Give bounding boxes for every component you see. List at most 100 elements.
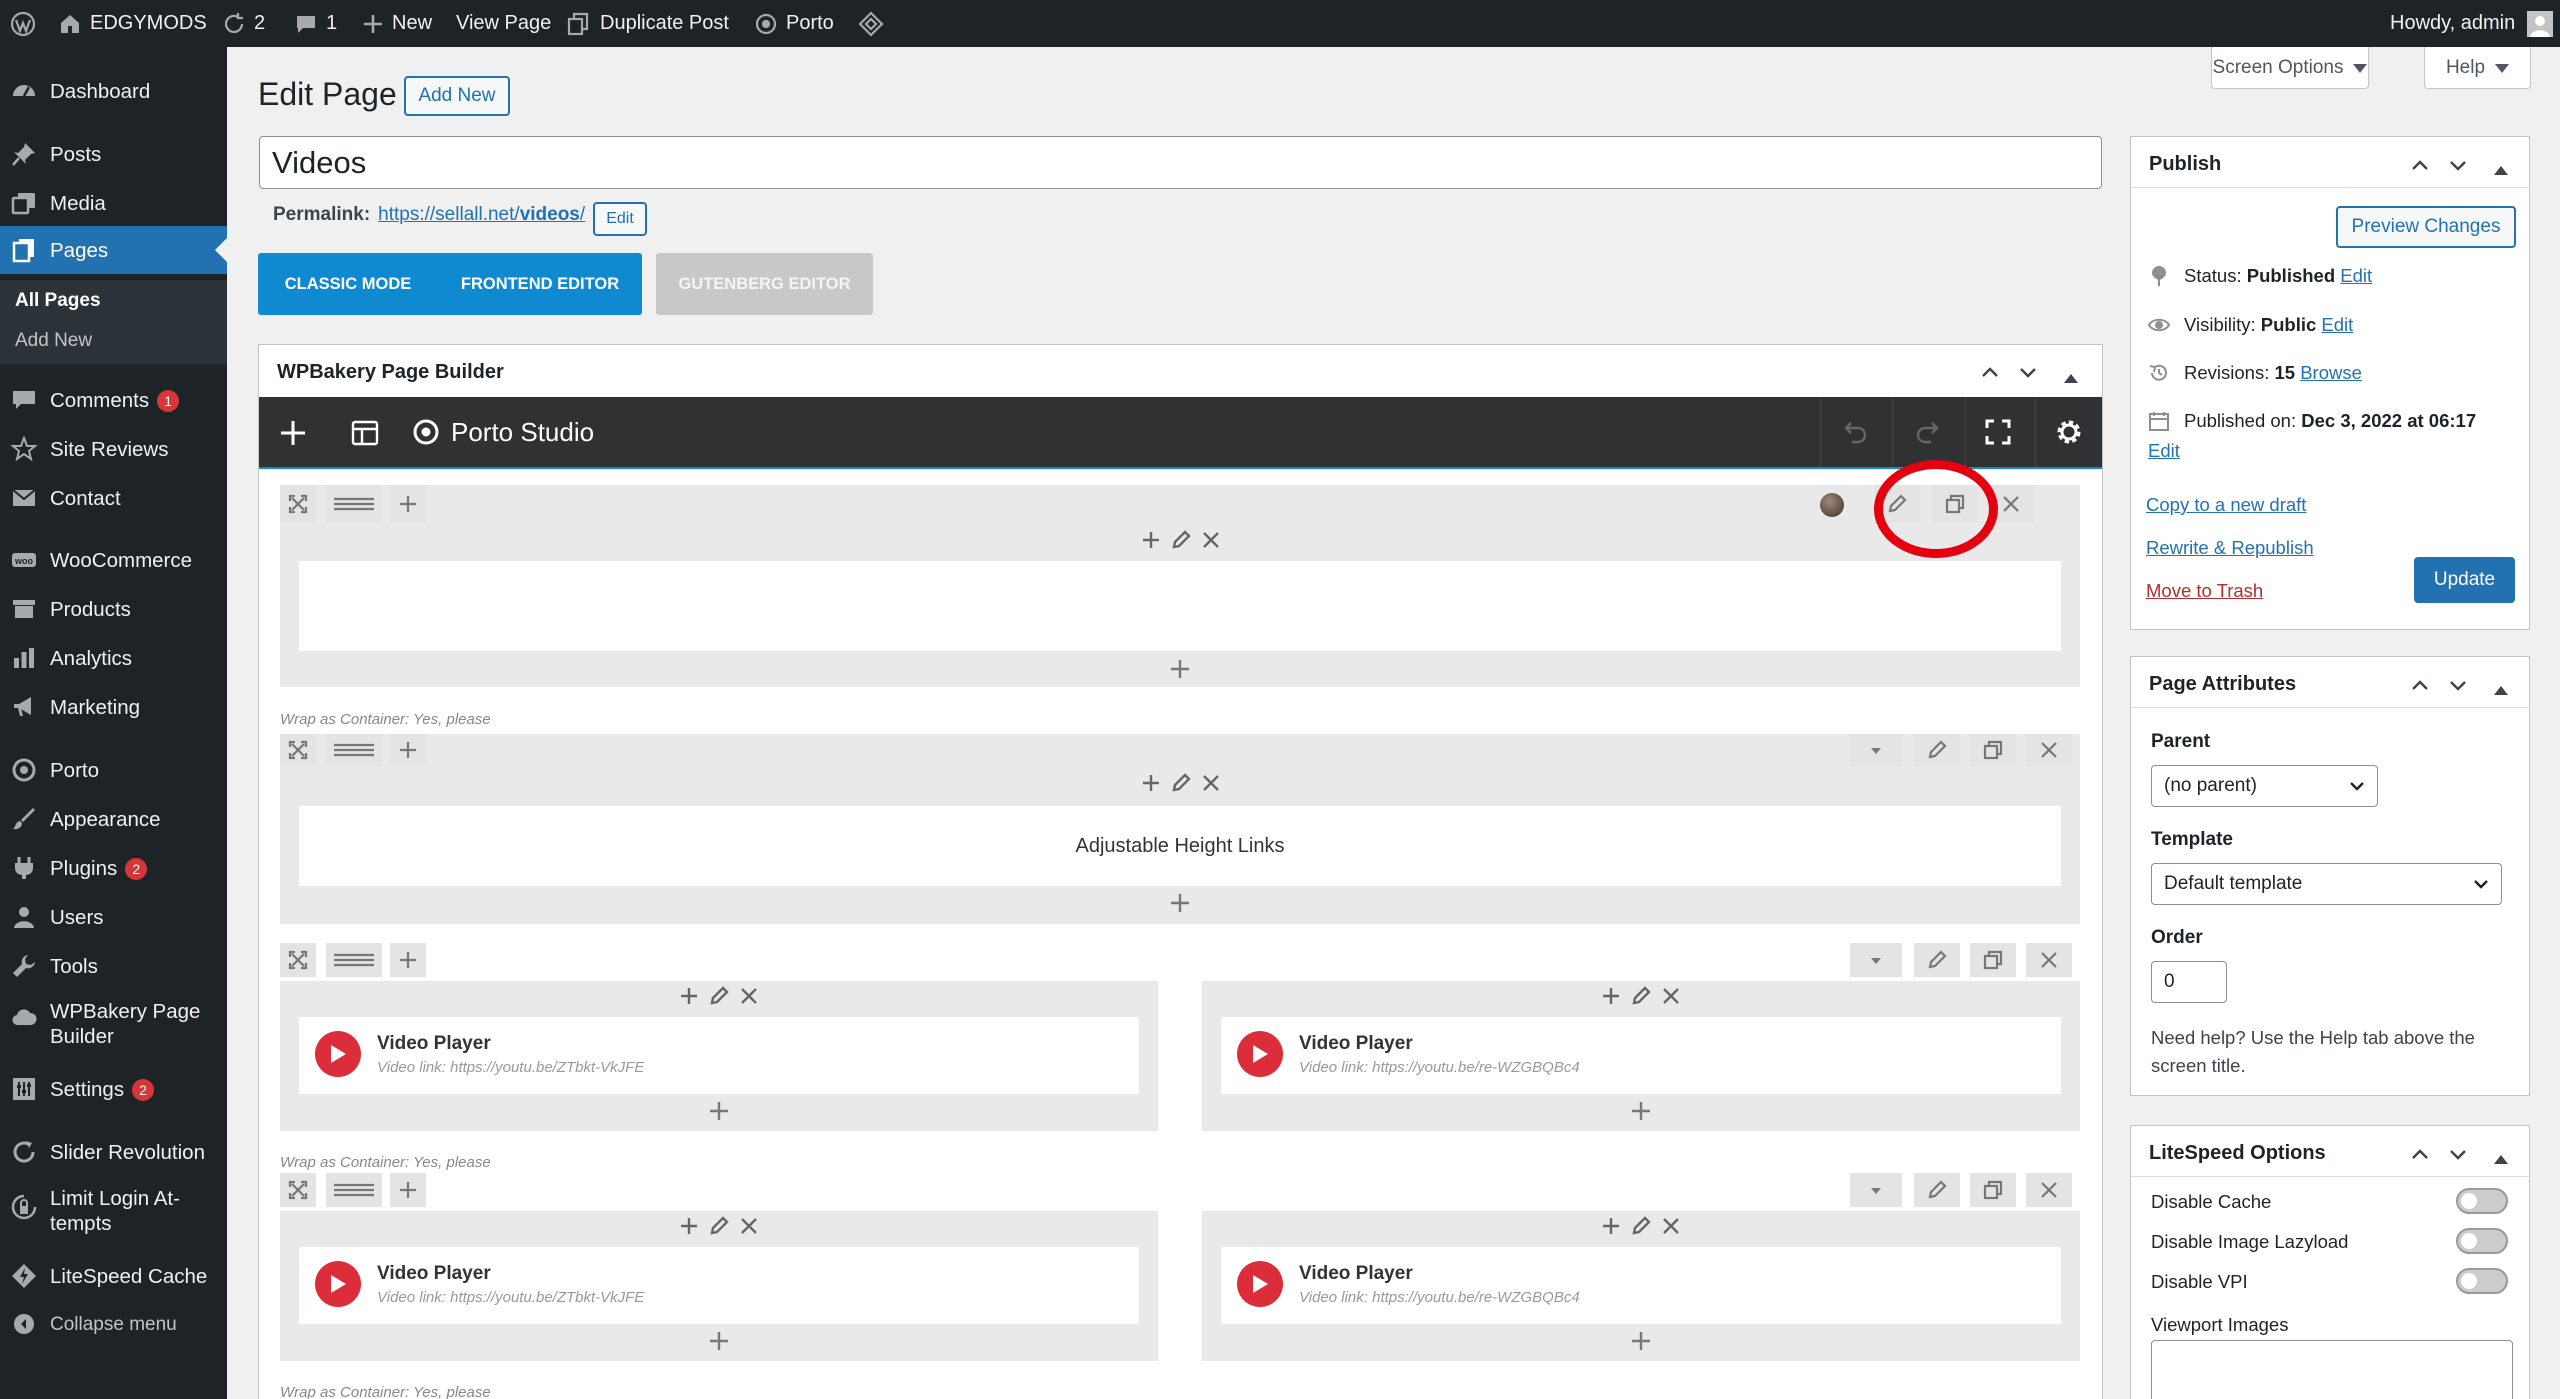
- chevron-up-icon[interactable]: [1981, 363, 1999, 381]
- row-add-column-button[interactable]: [390, 734, 426, 766]
- pencil-icon[interactable]: [708, 1215, 730, 1242]
- column-dropzone[interactable]: [299, 561, 2061, 651]
- comments-link[interactable]: 1: [294, 0, 337, 47]
- sidebar-item-settings[interactable]: Settings 2: [0, 1074, 227, 1104]
- row-delete-button[interactable]: [2026, 943, 2072, 977]
- fullscreen-icon[interactable]: [1985, 419, 2011, 450]
- video-player-element[interactable]: Video Player Video link: https://youtu.be…: [299, 1017, 1139, 1094]
- row-delete-button[interactable]: [2026, 734, 2072, 766]
- row-clone-button[interactable]: [1970, 734, 2016, 766]
- row-drag-handle[interactable]: [280, 734, 316, 766]
- chevron-down-icon[interactable]: [2019, 363, 2037, 381]
- row-drag-handle[interactable]: [280, 485, 316, 523]
- status-edit-link[interactable]: Edit: [2340, 265, 2372, 287]
- collapse-menu-button[interactable]: Collapse menu: [0, 1309, 227, 1339]
- post-title-input[interactable]: Videos: [259, 136, 2102, 189]
- browse-revisions-link[interactable]: Browse: [2300, 362, 2362, 384]
- my-account-link[interactable]: Howdy, admin: [2390, 0, 2554, 47]
- add-element-icon[interactable]: [1600, 1215, 1622, 1242]
- sidebar-item-woocommerce[interactable]: woo WooCommerce: [0, 545, 227, 575]
- toggle-panel-icon[interactable]: [2064, 367, 2078, 383]
- submenu-add-new[interactable]: Add New: [15, 330, 92, 352]
- add-element-icon[interactable]: [1629, 1329, 1653, 1353]
- gutenberg-editor-button[interactable]: GUTENBERG EDITOR: [656, 253, 873, 315]
- row-clone-button[interactable]: [1970, 1173, 2016, 1207]
- video-player-element[interactable]: Video Player Video link: https://youtu.be…: [299, 1247, 1139, 1324]
- sidebar-item-marketing[interactable]: Marketing: [0, 692, 227, 722]
- sidebar-item-comments[interactable]: Comments 1: [0, 385, 227, 415]
- sidebar-item-products[interactable]: Products: [0, 594, 227, 624]
- add-element-icon[interactable]: [1600, 985, 1622, 1012]
- row-add-column-button[interactable]: [390, 485, 426, 523]
- copy-to-draft-link[interactable]: Copy to a new draft: [2146, 494, 2306, 516]
- row-clone-button[interactable]: [1970, 943, 2016, 977]
- row-layout-button[interactable]: [326, 943, 382, 977]
- new-content-link[interactable]: New: [362, 0, 432, 47]
- sidebar-item-slider-revolution[interactable]: Slider Revolution: [0, 1137, 227, 1167]
- video-player-element[interactable]: Video Player Video link: https://youtu.be…: [1221, 1017, 2061, 1094]
- template-select[interactable]: Default template: [2151, 863, 2502, 905]
- diamond-icon[interactable]: [858, 0, 884, 47]
- add-element-icon[interactable]: [678, 985, 700, 1012]
- close-icon[interactable]: [1200, 772, 1222, 799]
- row-toggle-button[interactable]: [1850, 734, 1902, 766]
- close-icon[interactable]: [738, 985, 760, 1012]
- screen-options-button[interactable]: Screen Options: [2211, 47, 2369, 89]
- sidebar-item-analytics[interactable]: Analytics: [0, 643, 227, 673]
- row-layout-button[interactable]: [326, 734, 382, 766]
- row-drag-handle[interactable]: [280, 1173, 316, 1207]
- pencil-icon[interactable]: [708, 985, 730, 1012]
- disable-lazyload-toggle[interactable]: [2456, 1228, 2508, 1254]
- adjustable-height-links-element[interactable]: Adjustable Height Links: [299, 806, 2061, 886]
- sidebar-item-contact[interactable]: Contact: [0, 483, 227, 513]
- disable-cache-toggle[interactable]: [2456, 1188, 2508, 1214]
- row-delete-button[interactable]: [2026, 1173, 2072, 1207]
- preview-changes-button[interactable]: Preview Changes: [2336, 206, 2516, 248]
- row-toggle-button[interactable]: [1850, 943, 1902, 977]
- sidebar-item-plugins[interactable]: Plugins 2: [0, 853, 227, 883]
- sidebar-item-porto[interactable]: Porto: [0, 755, 227, 785]
- disable-vpi-toggle[interactable]: [2456, 1268, 2508, 1294]
- row-edit-button[interactable]: [1914, 734, 1960, 766]
- toggle-panel-icon[interactable]: [2494, 679, 2508, 695]
- gear-icon[interactable]: [2055, 418, 2083, 451]
- template-layout-icon[interactable]: [351, 419, 379, 452]
- undo-icon[interactable]: [1843, 419, 1869, 450]
- update-button[interactable]: Update: [2414, 557, 2515, 603]
- sidebar-item-limit-login[interactable]: Limit Login At-tempts: [0, 1186, 227, 1246]
- move-to-trash-link[interactable]: Move to Trash: [2146, 580, 2263, 602]
- row-add-column-button[interactable]: [390, 1173, 426, 1207]
- sidebar-item-dashboard[interactable]: Dashboard: [0, 76, 227, 106]
- add-element-icon[interactable]: [678, 1215, 700, 1242]
- add-element-icon[interactable]: [1168, 891, 1192, 915]
- row-add-column-button[interactable]: [390, 943, 426, 977]
- row-toggle-button[interactable]: [1850, 1173, 1902, 1207]
- sidebar-item-posts[interactable]: Posts: [0, 139, 227, 169]
- view-page-link[interactable]: View Page: [456, 0, 551, 47]
- toggle-panel-icon[interactable]: [2494, 1148, 2508, 1164]
- add-new-page-button[interactable]: Add New: [404, 76, 510, 116]
- wordpress-logo-icon[interactable]: [10, 0, 36, 47]
- sidebar-item-pages[interactable]: Pages: [0, 226, 227, 274]
- sidebar-item-appearance[interactable]: Appearance: [0, 804, 227, 834]
- sidebar-item-tools[interactable]: Tools: [0, 951, 227, 981]
- porto-link[interactable]: Porto: [754, 0, 834, 47]
- add-element-icon[interactable]: [1168, 657, 1192, 681]
- updates-link[interactable]: 2: [222, 0, 265, 47]
- submenu-all-pages[interactable]: All Pages: [15, 290, 101, 312]
- pencil-icon[interactable]: [1630, 985, 1652, 1012]
- chevron-up-icon[interactable]: [2411, 1145, 2429, 1163]
- duplicate-post-link[interactable]: Duplicate Post: [566, 0, 729, 47]
- sidebar-item-users[interactable]: Users: [0, 902, 227, 932]
- chevron-up-icon[interactable]: [2411, 156, 2429, 174]
- permalink-link[interactable]: https://sellall.net/videos/: [378, 204, 585, 226]
- permalink-edit-button[interactable]: Edit: [593, 202, 647, 236]
- video-player-element[interactable]: Video Player Video link: https://youtu.be…: [1221, 1247, 2061, 1324]
- site-name-link[interactable]: EDGYMODS: [58, 0, 207, 47]
- add-element-icon[interactable]: [707, 1099, 731, 1123]
- toggle-panel-icon[interactable]: [2494, 159, 2508, 175]
- rewrite-republish-link[interactable]: Rewrite & Republish: [2146, 537, 2314, 559]
- row-layout-button[interactable]: [326, 485, 382, 523]
- sidebar-item-media[interactable]: Media: [0, 188, 227, 218]
- add-element-icon[interactable]: [279, 419, 307, 452]
